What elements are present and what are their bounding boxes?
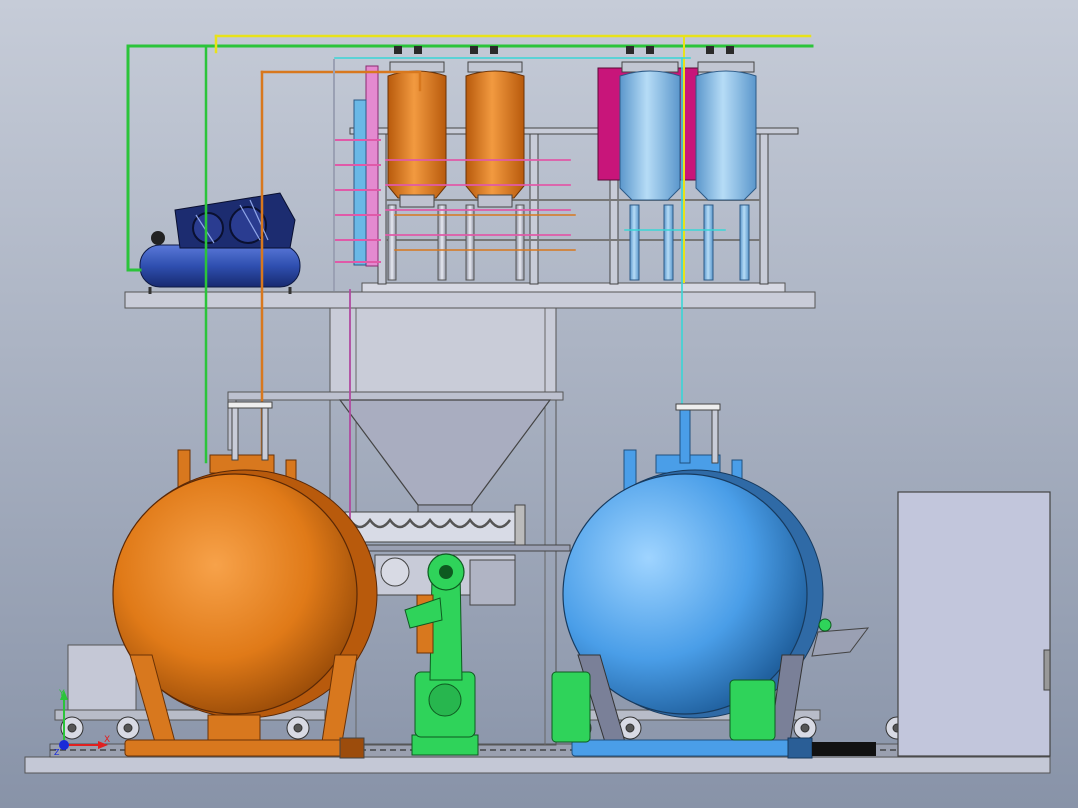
control-cabinet[interactable] xyxy=(897,491,1051,757)
cad-viewport[interactable]: Y X Z xyxy=(0,0,1078,808)
cad-scene: Y X Z xyxy=(0,0,1078,808)
triad-x-label: X xyxy=(104,735,110,745)
triad-z-label: Z xyxy=(54,748,60,757)
triad-y-label: Y xyxy=(58,689,65,699)
